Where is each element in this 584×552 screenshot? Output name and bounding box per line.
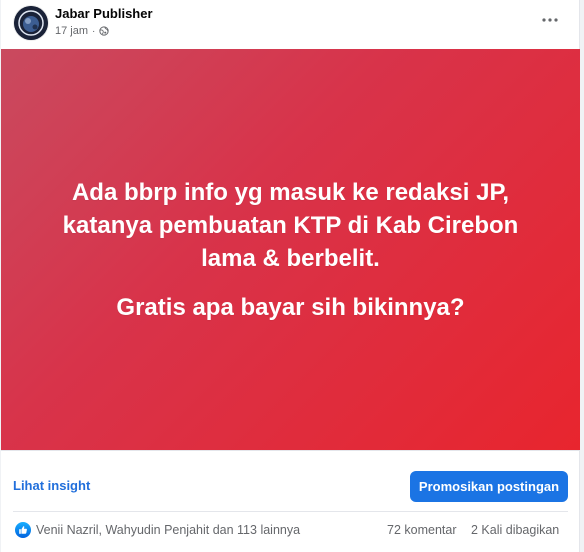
post-header: Jabar Publisher 17 jam · [1, 0, 580, 48]
post-background: Ada bbrp info yg masuk ke redaksi JP, ka… [1, 49, 580, 450]
avatar-image [14, 6, 48, 40]
post-card: Jabar Publisher 17 jam · Ada bbrp info y… [1, 0, 580, 552]
meta-separator: · [92, 25, 96, 37]
divider [13, 511, 568, 512]
divider [1, 450, 580, 451]
author-name[interactable]: Jabar Publisher [55, 6, 153, 21]
post-paragraph-1: Ada bbrp info yg masuk ke redaksi JP, ka… [63, 176, 519, 275]
promote-post-button[interactable]: Promosikan postingan [410, 471, 568, 502]
avatar[interactable] [14, 6, 48, 40]
comments-count[interactable]: 72 komentar [387, 523, 456, 537]
shares-count[interactable]: 2 Kali dibagikan [471, 523, 559, 537]
post-paragraph-2: Gratis apa bayar sih bikinnya? [116, 293, 465, 321]
globe-icon [99, 26, 110, 36]
more-horizontal-icon [542, 18, 558, 22]
post-line-1: Ada bbrp info yg masuk ke redaksi JP, [71, 178, 510, 206]
view-insights-link[interactable]: Lihat insight [13, 478, 90, 493]
post-meta: 17 jam · [55, 25, 110, 37]
like-icon [15, 522, 31, 538]
post-timestamp[interactable]: 17 jam [55, 25, 88, 37]
more-options-button[interactable] [538, 10, 562, 30]
reactions-summary[interactable]: Venii Nazril, Wahyudin Penjahit dan 113 … [15, 522, 300, 538]
reactions-text: Venii Nazril, Wahyudin Penjahit dan 113 … [36, 523, 301, 537]
post-line-3: lama & berbelit. [201, 244, 380, 272]
post-line-2: katanya pembuatan KTP di Kab Cirebon [62, 211, 519, 239]
